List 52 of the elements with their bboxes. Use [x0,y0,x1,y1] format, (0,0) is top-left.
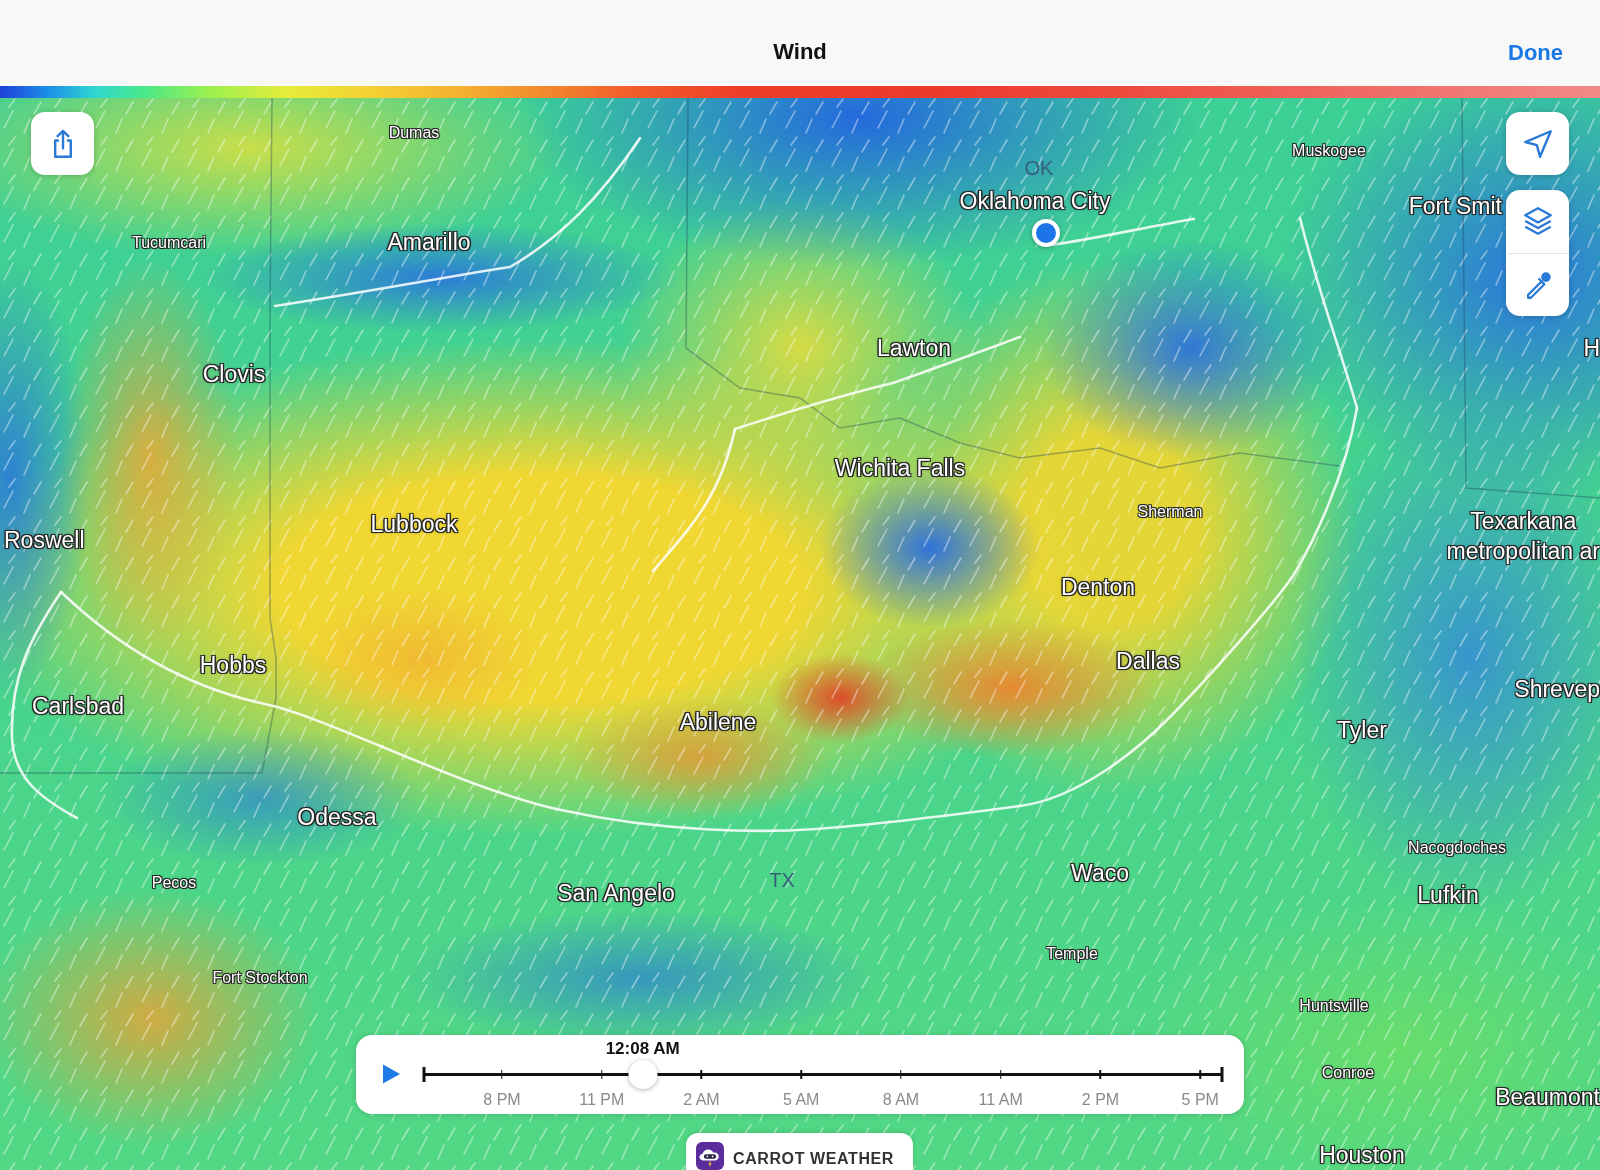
town-label: Dumas [388,123,440,143]
town-label: Sherman [1137,502,1203,522]
share-button[interactable] [31,112,94,175]
city-label: Denton [1060,573,1136,603]
city-label: Clovis [202,360,266,390]
city-label: Abilene [679,708,757,738]
timeline-thumb[interactable] [628,1060,658,1089]
city-label: Wichita Falls [834,454,966,484]
play-icon [381,1063,401,1085]
city-label: Beaumont [1495,1083,1600,1113]
tick-label: 11 AM [978,1091,1023,1109]
city-label: Carlsbad [32,692,124,722]
town-label: Fort Stockton [212,968,308,988]
city-label: Fort Smit [1408,192,1502,222]
tick-label: 2 PM [1081,1091,1120,1109]
town-label: Conroe [1321,1063,1375,1083]
tick-label: 8 AM [882,1091,920,1109]
city-label: Lubbock [370,510,458,540]
city-label: Amarillo [387,228,471,258]
city-label: Shrevep [1514,675,1600,705]
city-label: H [1583,334,1600,364]
city-label: Lufkin [1417,881,1479,911]
tick-label: 5 AM [782,1091,820,1109]
town-label: Nacogdoches [1408,838,1506,858]
tick-label: 8 PM [483,1091,521,1109]
town-label: Temple [1046,944,1098,964]
window-title: Wind [773,39,827,65]
state-label: OK [1024,156,1054,180]
tick-label: 2 AM [683,1091,720,1109]
done-button[interactable]: Done [1504,38,1567,68]
tick-label: 11 PM [579,1091,625,1109]
town-label: Muskogee [1292,141,1366,161]
current-time-label: 12:08 AM [605,1039,680,1059]
tick-label: 5 PM [1181,1091,1219,1109]
city-label: Roswell [4,526,85,556]
city-label: Lawton [876,334,952,364]
city-label: Texarkana metropolitan ar [1446,507,1600,566]
city-label: Dallas [1116,647,1180,677]
location-dot-icon [1031,218,1061,248]
city-label: Houston [1319,1141,1405,1170]
city-label: San Angelo [557,879,675,909]
city-label: Tyler [1337,716,1387,746]
city-label: Odessa [297,803,377,833]
town-label: Pecos [151,873,197,893]
town-label: Huntsville [1299,996,1369,1016]
city-label: Hobbs [199,651,267,681]
city-label: Waco [1071,859,1129,889]
town-label: Tucumcari [131,233,207,253]
timeline-slider[interactable] [424,1060,1222,1089]
brand-name: CARROT WEATHER [733,1150,894,1168]
location-button[interactable] [1506,112,1569,175]
city-label: Oklahoma City [959,187,1111,217]
